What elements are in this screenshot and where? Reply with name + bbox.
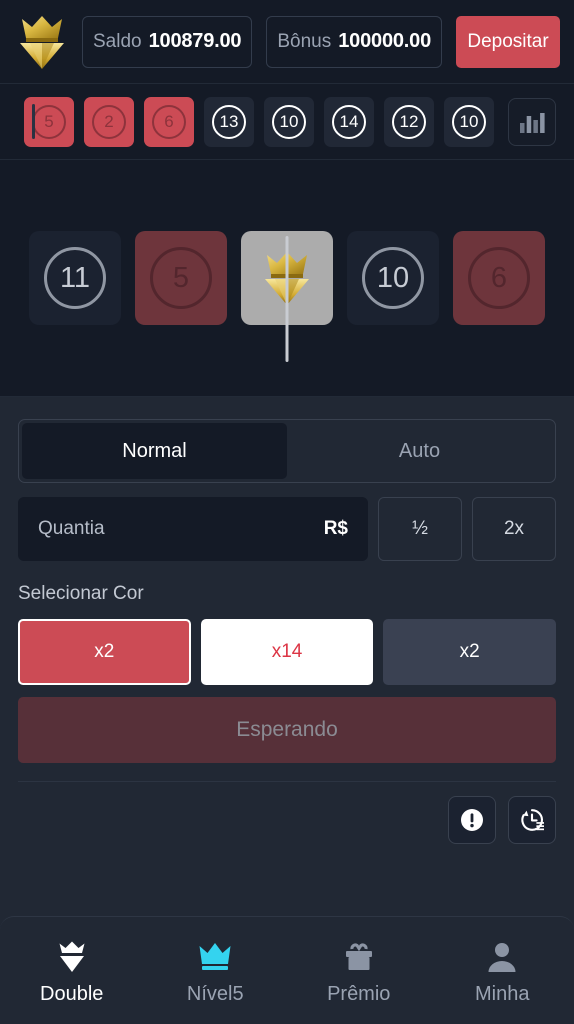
history-tile[interactable]: 14	[324, 96, 374, 147]
crown-diamond-icon	[59, 941, 85, 972]
carousel-tile-value: 10	[362, 247, 424, 309]
history-clock-icon	[520, 808, 544, 831]
history-tile-value: 10	[452, 104, 486, 139]
nav-label: Minha	[475, 982, 530, 1005]
history-tile[interactable]: 12	[384, 96, 434, 147]
balance-value: 100879.00	[148, 30, 242, 52]
carousel-tile: 5	[135, 231, 227, 325]
nav-label: Double	[40, 982, 104, 1005]
carousel-tile-value: 11	[44, 247, 106, 309]
color-option-black[interactable]: x2	[383, 619, 557, 685]
history-tile-value: 14	[332, 104, 366, 139]
history-tile[interactable]: 13	[204, 96, 254, 147]
double-game-screen: Saldo 100879.00 Bônus 100000.00 Deposita…	[0, 0, 574, 1024]
nav-item-minha[interactable]: Minha	[431, 931, 574, 1014]
carousel-tile: 6	[453, 231, 545, 325]
history-tile[interactable]: 2	[84, 96, 134, 147]
color-selection-row: x2 x14 x2	[18, 619, 557, 685]
balance-label: Saldo	[93, 30, 142, 52]
app-header: Saldo 100879.00 Bônus 100000.00 Deposita…	[0, 0, 574, 84]
result-carousel: 11 5 10 6	[0, 160, 574, 397]
currency-symbol: R$	[323, 518, 348, 539]
nav-label: Prêmio	[327, 982, 391, 1005]
bonus-display[interactable]: Bônus 100000.00	[266, 15, 443, 68]
crown-icon	[199, 942, 231, 970]
gift-icon	[345, 942, 372, 970]
history-tile-value: 2	[92, 104, 126, 139]
panel-tool-row	[18, 781, 556, 844]
carousel-tile: 10	[347, 231, 439, 325]
bonus-label: Bônus	[277, 30, 332, 52]
bonus-value: 100000.00	[338, 30, 431, 52]
history-tile-value: 6	[152, 104, 186, 139]
bet-mode-tabs: Normal Auto	[18, 419, 556, 483]
bet-control-panel: Normal Auto Quantia R$ ½ 2x Selecionar C…	[0, 397, 574, 916]
history-tile-value: 5	[32, 104, 66, 139]
color-option-white[interactable]: x14	[200, 619, 374, 685]
info-button[interactable]	[448, 796, 496, 844]
history-tile-value: 13	[212, 104, 246, 139]
person-icon	[488, 942, 516, 972]
bar-chart-icon	[520, 112, 545, 133]
double-amount-button[interactable]: 2x	[472, 497, 556, 561]
nav-item-double[interactable]: Double	[0, 931, 144, 1014]
nav-item-premio[interactable]: Prêmio	[287, 931, 431, 1014]
carousel-tile-value: 5	[150, 247, 212, 309]
history-tile-value: 10	[272, 104, 306, 139]
bet-amount-row: Quantia R$ ½ 2x	[18, 497, 556, 561]
history-tile[interactable]: 10	[444, 96, 494, 147]
color-multiplier: x2	[94, 641, 115, 662]
history-tile[interactable]: 10	[264, 96, 314, 147]
tab-normal[interactable]: Normal	[22, 423, 287, 479]
color-option-red[interactable]: x2	[18, 619, 191, 685]
deposit-button[interactable]: Depositar	[456, 15, 561, 68]
balance-display[interactable]: Saldo 100879.00	[82, 15, 253, 68]
bar-chart-button[interactable]	[508, 97, 556, 146]
nav-item-nivel[interactable]: Nível5	[144, 931, 288, 1014]
info-alert-icon	[461, 809, 483, 831]
history-tile[interactable]: 5	[24, 96, 74, 147]
result-history-strip: 5 2 6 13 10 14 12 10	[0, 84, 574, 160]
half-amount-button[interactable]: ½	[378, 497, 462, 561]
bet-history-button[interactable]	[508, 796, 556, 844]
amount-input[interactable]: Quantia R$	[18, 497, 368, 561]
color-multiplier: x14	[271, 641, 303, 662]
history-tile-value: 12	[392, 104, 426, 139]
place-bet-button[interactable]: Esperando	[18, 697, 556, 763]
nav-label: Nível5	[186, 982, 244, 1005]
amount-placeholder: Quantia	[38, 518, 105, 539]
tab-auto[interactable]: Auto	[287, 423, 552, 479]
color-multiplier: x2	[459, 641, 480, 662]
select-color-label: Selecionar Cor	[18, 583, 144, 604]
carousel-tile: 11	[29, 231, 121, 325]
carousel-tile-value: 6	[468, 247, 530, 309]
carousel-needle-marker	[285, 236, 289, 362]
bottom-navigation: Double Nível5 Prêmio Minha	[0, 916, 574, 1024]
history-tile[interactable]: 6	[144, 96, 194, 147]
crown-diamond-logo-icon	[20, 15, 64, 69]
